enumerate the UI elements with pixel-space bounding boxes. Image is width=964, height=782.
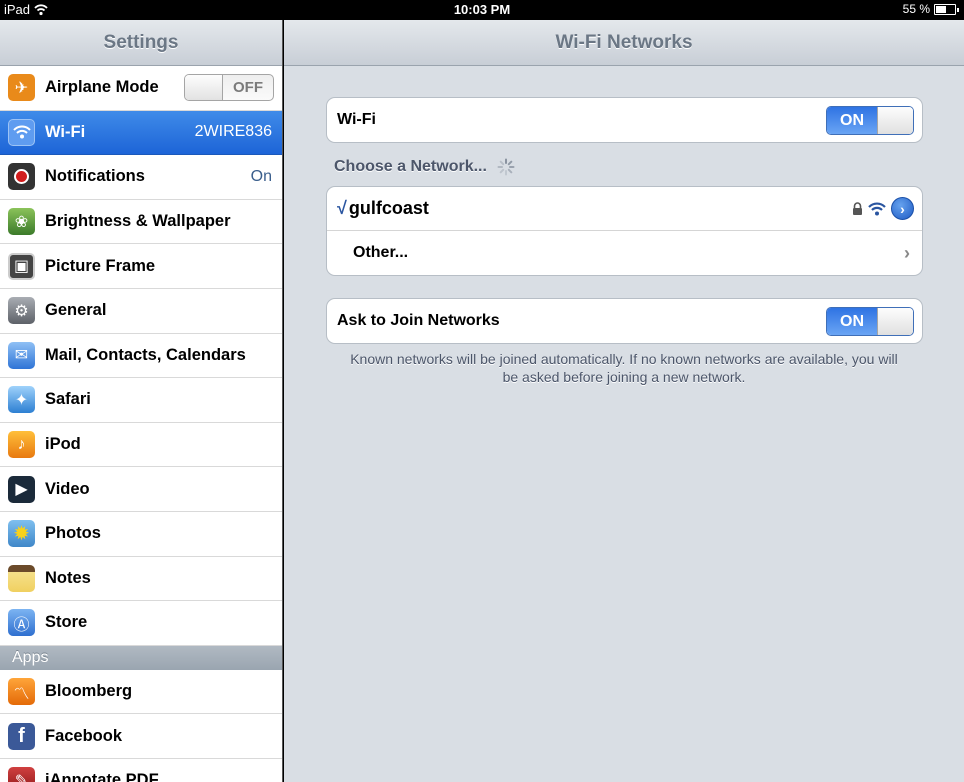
network-list: √ gulfcoast › Other... › <box>326 186 923 276</box>
battery-percent: 55 % <box>902 2 930 16</box>
sidebar-item-label: iPod <box>45 435 81 454</box>
network-details-button[interactable]: › <box>891 197 914 220</box>
wifi-icon <box>8 118 35 146</box>
gear-icon: ⚙ <box>8 297 35 325</box>
ipod-icon: ♪ <box>8 431 35 459</box>
ask-to-join-group: Ask to Join Networks ON <box>326 298 923 344</box>
sidebar-item-label: Wi-Fi <box>45 122 86 141</box>
sidebar-item-brightness-wallpaper[interactable]: ❀ Brightness & Wallpaper <box>0 199 282 245</box>
brightness-wallpaper-icon: ❀ <box>8 208 35 236</box>
sidebar-item-label: General <box>45 301 107 320</box>
other-network-label: Other... <box>353 244 409 261</box>
store-icon: Ⓐ <box>8 609 35 637</box>
battery-icon <box>934 3 959 15</box>
sidebar-item-label: Mail, Contacts, Calendars <box>45 345 246 364</box>
toggle-knob <box>877 307 913 335</box>
sidebar-item-wifi[interactable]: Wi-Fi 2WIRE836 <box>0 110 282 156</box>
sidebar-item-store[interactable]: Ⓐ Store <box>0 601 282 646</box>
bloomberg-icon: 〽 <box>8 678 35 706</box>
sidebar-item-label: Picture Frame <box>45 256 156 275</box>
sidebar-item-ipod[interactable]: ♪ iPod <box>0 422 282 468</box>
sidebar-item-facebook[interactable]: f Facebook <box>0 714 282 759</box>
status-right: 55 % <box>902 2 959 16</box>
loading-spinner-icon <box>497 158 515 176</box>
network-name-label: gulfcoast <box>348 198 429 218</box>
network-name: √ gulfcoast <box>337 198 852 219</box>
sidebar-item-bloomberg[interactable]: 〽 Bloomberg <box>0 669 282 715</box>
wifi-strength-icon <box>868 202 886 215</box>
notes-icon <box>8 564 35 592</box>
sidebar-item-value: 2WIRE836 <box>194 123 272 141</box>
wifi-label: Wi-Fi <box>337 111 376 128</box>
sidebar-item-safari[interactable]: ✦ Safari <box>0 378 282 423</box>
sidebar-item-general[interactable]: ⚙ General <box>0 288 282 334</box>
toggle-state: OFF <box>233 79 263 97</box>
wifi-row: Wi-Fi ON <box>327 98 922 142</box>
status-bar: iPad 10:03 PM 55 % <box>0 0 964 20</box>
network-icons: › <box>852 197 914 220</box>
ask-to-join-label: Ask to Join Networks <box>337 312 500 329</box>
toggle-state: ON <box>827 106 877 134</box>
sidebar-item-label: Notifications <box>45 167 145 186</box>
lock-icon <box>853 202 862 215</box>
sidebar-item-label: Store <box>45 613 88 632</box>
safari-icon: ✦ <box>8 386 35 414</box>
sidebar-item-label: Bloomberg <box>45 682 133 701</box>
other-network-row[interactable]: Other... › <box>327 231 922 275</box>
iannotate-icon: ✎ <box>8 767 35 782</box>
apps-section-header: Apps <box>0 645 282 670</box>
sidebar-item-label: Notes <box>45 568 91 587</box>
network-row-gulfcoast[interactable]: √ gulfcoast › <box>327 187 922 231</box>
sidebar-item-label: iAnnotate PDF <box>45 771 159 782</box>
checkmark-icon: √ <box>337 198 347 218</box>
clock: 10:03 PM <box>453 2 511 17</box>
sidebar-title: Settings <box>0 20 282 66</box>
ask-to-join-toggle[interactable]: ON <box>826 306 914 336</box>
airplane-icon: ✈ <box>8 74 35 102</box>
page-title: Wi-Fi Networks <box>284 20 964 66</box>
picture-frame-icon: ▣ <box>8 252 35 280</box>
sidebar-item-notifications[interactable]: Notifications On <box>0 155 282 200</box>
choose-network-heading: Choose a Network... <box>334 158 515 176</box>
video-icon: ▶ <box>8 475 35 503</box>
wifi-toggle-group: Wi-Fi ON <box>326 97 923 143</box>
sidebar-item-value: On <box>250 167 272 185</box>
sidebar-item-photos[interactable]: ✹ Photos <box>0 511 282 557</box>
toggle-state: ON <box>827 307 877 335</box>
sidebar-item-picture-frame[interactable]: ▣ Picture Frame <box>0 244 282 289</box>
settings-sidebar: Settings ✈ Airplane Mode OFF Wi-Fi 2WIRE… <box>0 20 283 782</box>
mail-icon: ✉ <box>8 341 35 369</box>
sidebar-item-airplane-mode[interactable]: ✈ Airplane Mode OFF <box>0 66 282 111</box>
facebook-icon: f <box>8 722 35 750</box>
wifi-toggle[interactable]: ON <box>826 105 914 135</box>
settings-list: ✈ Airplane Mode OFF Wi-Fi 2WIRE836 Notif… <box>0 66 282 782</box>
sidebar-item-label: Safari <box>45 390 91 409</box>
ask-to-join-row: Ask to Join Networks ON <box>327 299 922 343</box>
sidebar-item-iannotate[interactable]: ✎ iAnnotate PDF <box>0 758 282 782</box>
sidebar-item-label: Facebook <box>45 726 123 745</box>
photos-icon: ✹ <box>8 520 35 548</box>
sidebar-item-label: Photos <box>45 524 101 543</box>
notifications-icon <box>8 163 35 191</box>
ask-to-join-footnote: Known networks will be joined automatica… <box>350 351 898 385</box>
wifi-networks-panel: Wi-Fi Networks Wi-Fi ON Choose a Network… <box>284 20 964 782</box>
toggle-knob <box>877 106 913 134</box>
sidebar-item-label: Video <box>45 479 90 498</box>
choose-network-label: Choose a Network... <box>334 158 487 175</box>
toggle-knob <box>185 75 223 101</box>
sidebar-item-label: Brightness & Wallpaper <box>45 212 231 231</box>
sidebar-item-mail[interactable]: ✉ Mail, Contacts, Calendars <box>0 333 282 379</box>
sidebar-item-label: Airplane Mode <box>45 78 159 97</box>
airplane-mode-toggle[interactable]: OFF <box>184 74 274 102</box>
chevron-right-icon: › <box>904 242 910 263</box>
sidebar-item-notes[interactable]: Notes <box>0 556 282 602</box>
sidebar-item-video[interactable]: ▶ Video <box>0 467 282 512</box>
